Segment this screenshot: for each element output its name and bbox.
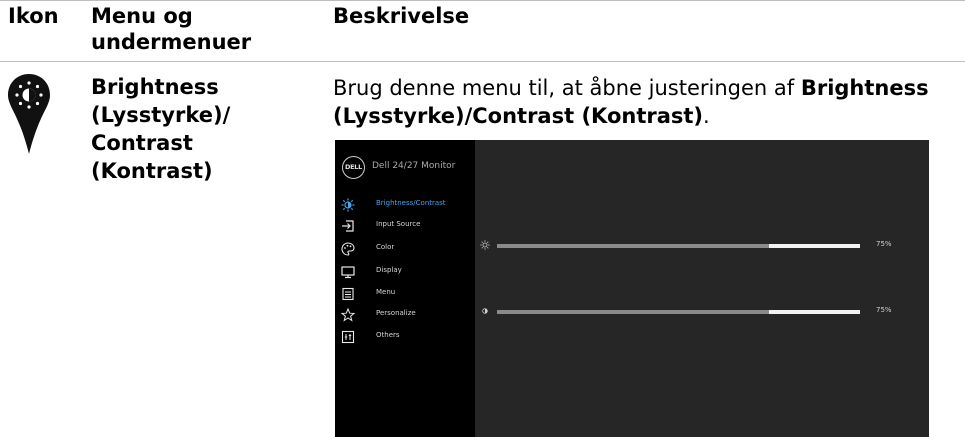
osd-item-color[interactable]: Color	[335, 239, 475, 259]
osd-item-label: Input Source	[376, 220, 421, 228]
header-bottom-border	[0, 61, 965, 62]
menu-list-icon	[341, 286, 355, 301]
brightness-slider-row: 75%	[475, 240, 929, 254]
sun-icon	[480, 240, 490, 250]
description-prefix: Brug denne menu til, at åbne justeringen…	[333, 76, 801, 100]
star-icon	[340, 307, 356, 322]
others-icon	[341, 329, 355, 344]
contrast-value: 75%	[876, 306, 892, 314]
contrast-slider-remainder	[769, 310, 860, 314]
brightness-icon	[341, 197, 355, 212]
osd-item-label: Personalize	[376, 309, 416, 317]
display-monitor-icon	[341, 264, 355, 279]
osd-item-others[interactable]: Others	[335, 327, 475, 347]
brightness-value: 75%	[876, 240, 892, 248]
osd-item-label: Menu	[376, 288, 396, 296]
osd-item-label: Display	[376, 266, 402, 274]
brightness-slider[interactable]	[497, 244, 860, 248]
osd-item-display[interactable]: Display	[335, 262, 475, 282]
osd-item-personalize[interactable]: Personalize	[335, 305, 475, 325]
osd-item-label: Others	[376, 331, 400, 339]
header-icon: Ikon	[8, 4, 59, 28]
osd-item-label: Color	[376, 243, 395, 251]
osd-screenshot: DELL Dell 24/27 Monitor Brightness/Contr…	[335, 140, 929, 437]
osd-item-menu[interactable]: Menu	[335, 284, 475, 304]
osd-sidebar: DELL Dell 24/27 Monitor Brightness/Contr…	[335, 140, 475, 437]
contrast-slider[interactable]	[497, 310, 860, 314]
description-suffix: .	[703, 104, 710, 128]
contrast-icon	[480, 306, 490, 316]
input-source-icon	[341, 218, 355, 232]
osd-item-label: Brightness/Contrast	[376, 199, 446, 207]
contrast-slider-row: 75%	[475, 306, 929, 320]
color-palette-icon	[341, 241, 355, 256]
brightness-menu-icon	[8, 74, 50, 154]
osd-item-brightness-contrast[interactable]: Brightness/Contrast	[335, 195, 475, 215]
description-text: Brug denne menu til, at åbne justeringen…	[333, 74, 963, 130]
brightness-slider-remainder	[769, 244, 860, 248]
header-description: Beskrivelse	[333, 4, 470, 28]
menu-name-brightness-contrast: Brightness (Lysstyrke)/ Contrast (Kontra…	[91, 75, 231, 183]
table-top-border	[0, 0, 965, 1]
osd-title: Dell 24/27 Monitor	[372, 161, 456, 171]
osd-item-input-source[interactable]: Input Source	[335, 216, 475, 236]
header-menu: Menu og undermenuer	[91, 4, 252, 54]
dell-logo: DELL	[342, 156, 365, 179]
